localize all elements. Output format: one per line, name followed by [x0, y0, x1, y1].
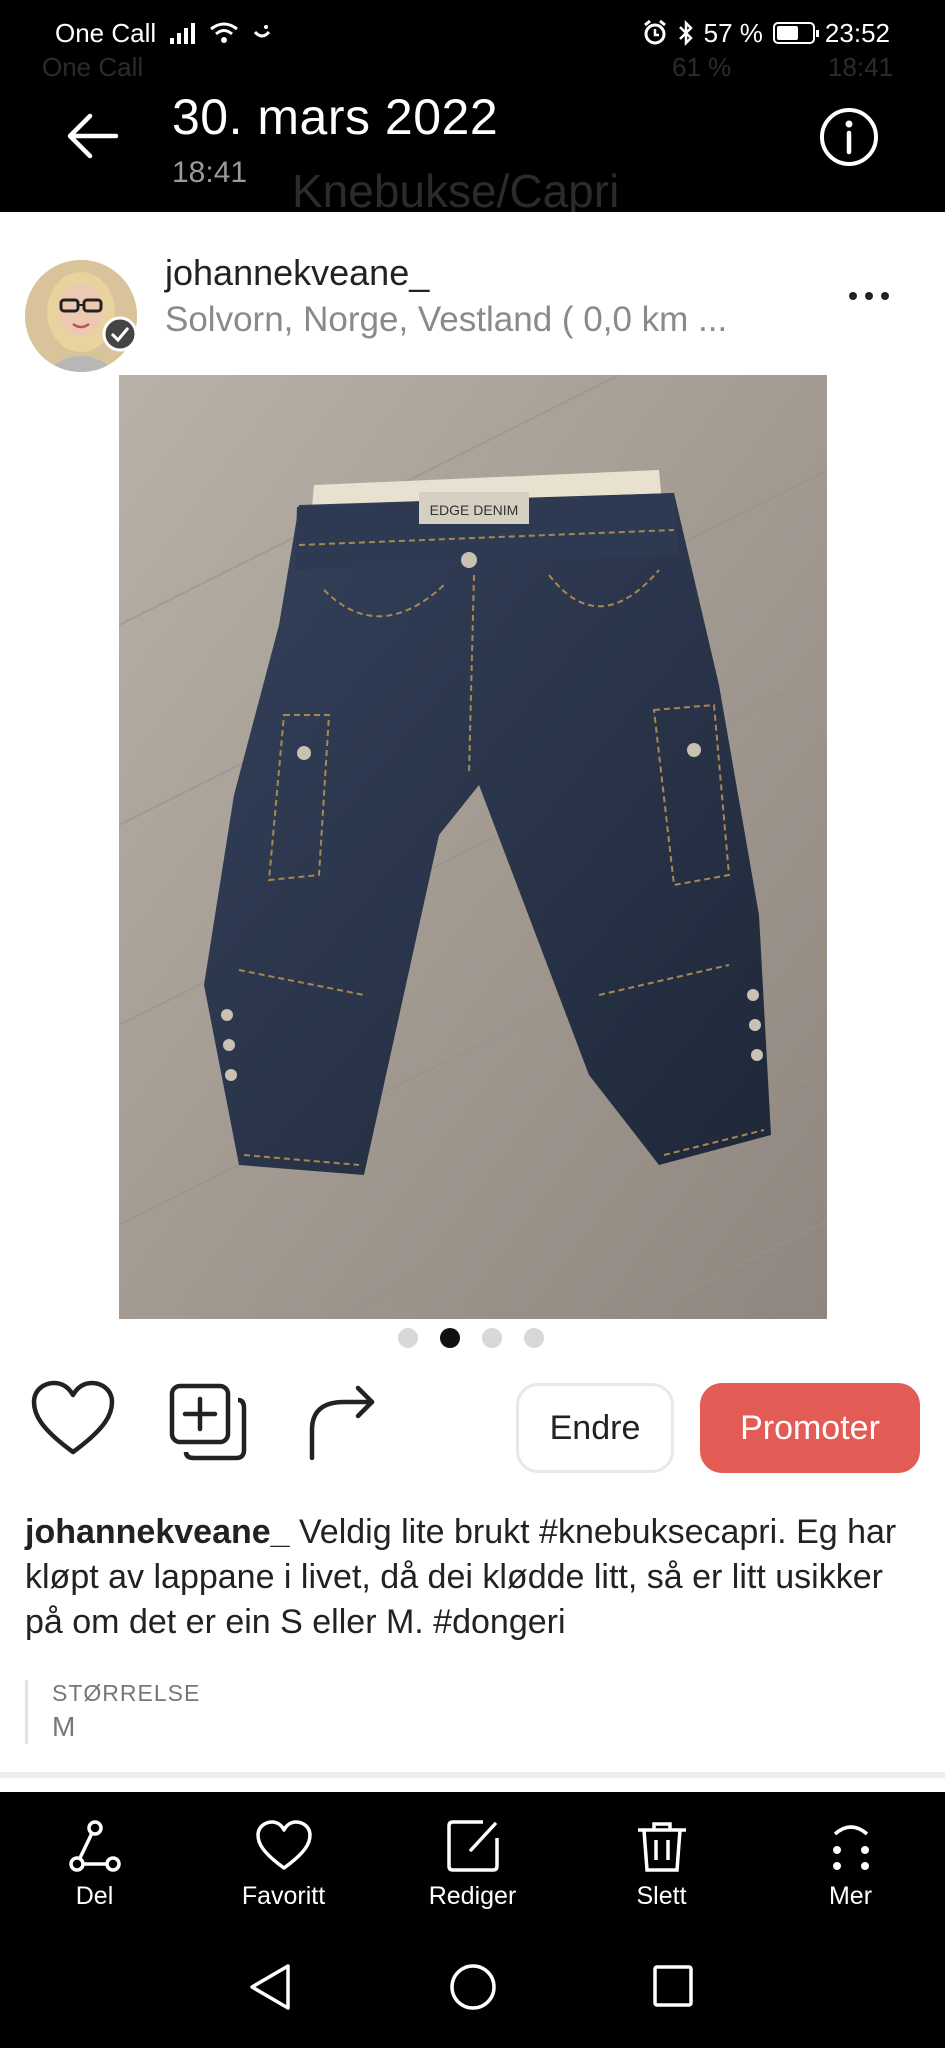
- carrier-name: One Call: [55, 17, 157, 48]
- bottom-action-bar: Del Favoritt Rediger Slett Mer: [0, 1792, 945, 1932]
- post-time: 18:41: [172, 156, 248, 189]
- bottom-item-favoritt[interactable]: Favoritt: [189, 1792, 378, 1932]
- promote-button[interactable]: Promoter: [700, 1383, 920, 1473]
- bottom-item-label: Rediger: [428, 1882, 517, 1910]
- post-location[interactable]: Solvorn, Norge, Vestland ( 0,0 km ...: [165, 300, 727, 340]
- more-options-icon[interactable]: [848, 290, 890, 302]
- add-to-collection-icon[interactable]: [168, 1382, 248, 1462]
- ghost-title: Knebukse/Capri: [292, 165, 620, 217]
- back-arrow-icon[interactable]: [62, 106, 122, 166]
- battery-percent: 57 %: [703, 17, 763, 48]
- edit-button[interactable]: Endre: [516, 1383, 674, 1473]
- nav-recent-apps-icon[interactable]: [652, 1964, 694, 2008]
- bottom-item-slett[interactable]: Slett: [567, 1792, 756, 1932]
- divider: [0, 1772, 945, 1778]
- nav-home-icon[interactable]: [448, 1962, 498, 2012]
- caption-username[interactable]: johannekveane_: [25, 1513, 290, 1551]
- post-caption: johannekveane_ Veldig lite brukt #knebuk…: [25, 1510, 925, 1645]
- system-navigation-bar: [0, 1932, 945, 2048]
- bottom-item-mer[interactable]: Mer: [756, 1792, 945, 1932]
- battery-icon: [772, 22, 819, 44]
- trash-icon: [637, 1822, 686, 1872]
- product-photo[interactable]: EDGE DENIM: [119, 375, 827, 1319]
- edit-icon: [446, 1820, 499, 1872]
- verified-badge-icon: [102, 316, 138, 352]
- alarm-icon: [643, 20, 666, 45]
- ghost-time: 18:41: [828, 52, 894, 82]
- share-arrow-icon[interactable]: [304, 1382, 376, 1460]
- pager-dot[interactable]: [398, 1328, 418, 1348]
- post-date: 30. mars 2022: [172, 89, 499, 145]
- ghost-battery: 61 %: [672, 52, 732, 82]
- bottom-item-rediger[interactable]: Rediger: [378, 1792, 567, 1932]
- smile-icon: [254, 25, 271, 38]
- heart-icon: [255, 1820, 312, 1870]
- size-attribute: STØRRELSE M: [25, 1680, 200, 1744]
- info-icon[interactable]: [818, 106, 880, 168]
- nav-back-icon[interactable]: [248, 1962, 292, 2012]
- wifi-icon: [210, 22, 239, 43]
- bluetooth-icon: [678, 20, 693, 46]
- image-pager[interactable]: [398, 1328, 544, 1348]
- ghost-carrier: One Call: [42, 52, 144, 82]
- bottom-item-label: Slett: [636, 1882, 687, 1910]
- post-content: johannekveane_ Solvorn, Norge, Vestland …: [0, 212, 945, 1792]
- more-icon: [832, 1825, 869, 1870]
- pager-dot-active[interactable]: [440, 1328, 460, 1348]
- pager-dot[interactable]: [524, 1328, 544, 1348]
- clock: 23:52: [824, 17, 890, 48]
- post-username[interactable]: johannekveane_: [165, 252, 429, 294]
- share-nodes-icon: [68, 1820, 121, 1872]
- bottom-item-label: Del: [75, 1882, 114, 1910]
- pager-dot[interactable]: [482, 1328, 502, 1348]
- like-heart-icon[interactable]: [30, 1380, 116, 1458]
- size-label: STØRRELSE: [52, 1680, 201, 1706]
- bottom-item-del[interactable]: Del: [0, 1792, 189, 1932]
- header: One Call 61 % 18:41 Knebukse/Capri 30. m…: [0, 52, 945, 217]
- bottom-item-label: Favoritt: [241, 1882, 326, 1910]
- bottom-item-label: Mer: [828, 1882, 873, 1910]
- svg-text:EDGE DENIM: EDGE DENIM: [430, 502, 519, 518]
- size-value: M: [52, 1711, 76, 1742]
- signal-icon: [170, 22, 196, 44]
